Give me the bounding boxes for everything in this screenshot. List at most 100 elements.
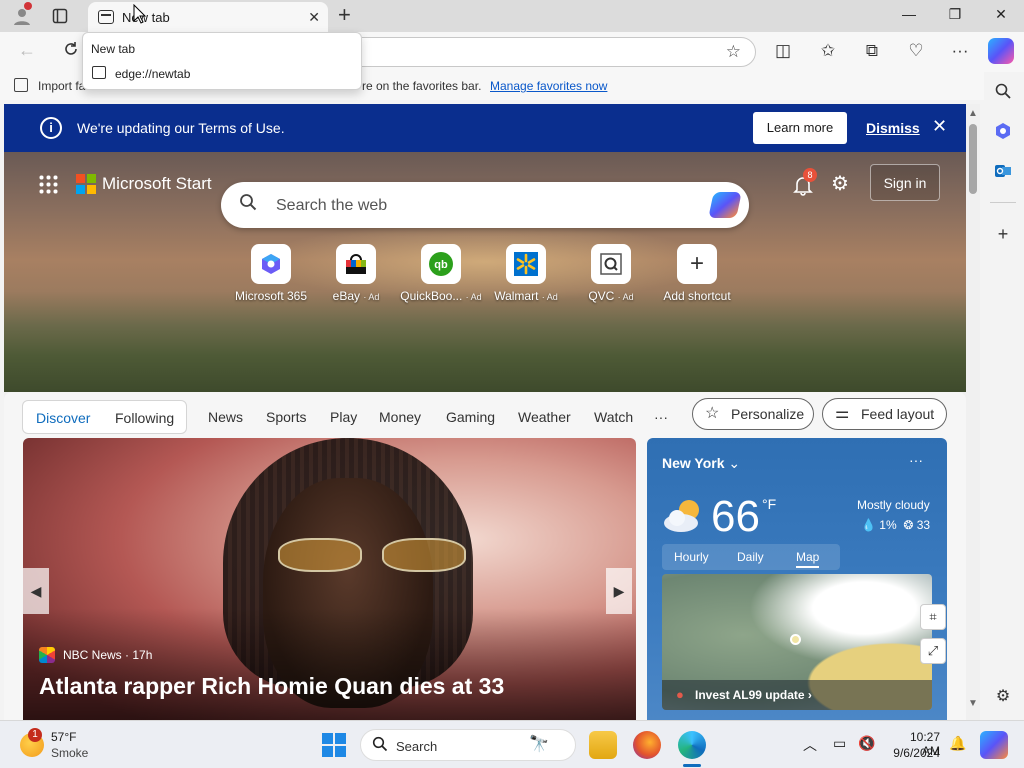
weather-tab-daily[interactable]: Daily <box>737 550 764 564</box>
copilot-icon[interactable] <box>988 38 1014 64</box>
start-button[interactable] <box>322 733 346 757</box>
web-search-input[interactable]: Search the web <box>221 182 749 228</box>
weather-city[interactable]: New York ⌄ <box>662 455 740 472</box>
favorites-hint-text: re on the favorites bar. <box>362 79 482 93</box>
favorite-star-icon[interactable]: ☆ <box>726 42 741 62</box>
notifications-icon[interactable]: 🔔 <box>949 735 966 752</box>
shortcut-qvc[interactable]: QVC · Ad <box>568 244 654 303</box>
search-icon <box>372 736 388 756</box>
tab-gaming[interactable]: Gaming <box>446 409 495 425</box>
tab-money[interactable]: Money <box>379 409 421 425</box>
tab-discover[interactable]: Discover <box>36 410 90 426</box>
import-favorites-text[interactable]: Import fa <box>38 79 85 93</box>
close-window-button[interactable]: ✕ <box>991 6 1011 23</box>
search-icon <box>240 194 257 211</box>
notification-badge: 8 <box>803 168 817 182</box>
manage-favorites-link[interactable]: Manage favorites now <box>490 79 607 93</box>
display-icon[interactable]: ▭ <box>833 735 846 752</box>
clock-date[interactable]: 9/6/2024 <box>882 746 940 760</box>
taskbar-temperature[interactable]: 57°F <box>51 730 76 744</box>
map-expand-icon[interactable]: ⤢ <box>920 638 946 664</box>
feed-layout-button[interactable]: ⚌ Feed layout <box>822 398 947 430</box>
tab-actions-icon[interactable] <box>48 4 72 28</box>
sliders-icon: ⚌ <box>835 405 850 422</box>
news-photo-glasses <box>278 538 478 572</box>
tab-play[interactable]: Play <box>330 409 357 425</box>
edge-icon[interactable] <box>678 731 706 759</box>
page-scrollbar[interactable]: ▲ ▼ <box>966 104 980 720</box>
refresh-button[interactable] <box>62 40 80 63</box>
scroll-up-icon[interactable]: ▲ <box>968 108 978 119</box>
news-gradient-overlay <box>23 608 636 720</box>
weather-tab-map[interactable]: Map <box>796 550 820 568</box>
copilot-search-icon[interactable] <box>708 192 742 218</box>
tab-news[interactable]: News <box>208 409 243 425</box>
tab-new-tab[interactable]: New tab ✕ <box>88 2 328 32</box>
svg-text:qb: qb <box>434 259 448 271</box>
microsoft-365-icon[interactable] <box>992 122 1014 144</box>
close-banner-icon[interactable]: ✕ <box>932 116 947 137</box>
new-tab-button[interactable]: + <box>338 4 351 26</box>
sign-in-button[interactable]: Sign in <box>870 164 940 201</box>
tab-following[interactable]: Following <box>115 410 174 426</box>
weather-tab-hourly[interactable]: Hourly <box>674 550 709 564</box>
sidebar-settings-icon[interactable]: ⚙ <box>992 686 1014 708</box>
nbc-news-logo-icon <box>39 647 55 663</box>
collections-icon[interactable]: ⧉ <box>861 41 883 61</box>
map-screenshot-icon[interactable]: ⌗ <box>920 604 946 630</box>
tab-sports[interactable]: Sports <box>266 409 306 425</box>
walmart-icon <box>506 244 546 284</box>
dismiss-link[interactable]: Dismiss <box>866 120 920 136</box>
shortcut-microsoft-365[interactable]: Microsoft 365 <box>228 244 314 303</box>
app-launcher-icon[interactable] <box>38 174 58 194</box>
minimize-button[interactable]: — <box>899 6 919 22</box>
map-caption: Invest AL99 update › <box>695 688 812 702</box>
show-hidden-icons-chevron-icon[interactable]: ︿ <box>803 735 817 755</box>
news-headline[interactable]: Atlanta rapper Rich Homie Quan dies at 3… <box>39 673 504 700</box>
split-screen-icon[interactable]: ◫ <box>772 41 794 61</box>
taskbar-search[interactable]: Search 🔭 <box>360 729 576 761</box>
favorites-icon[interactable]: ✩ <box>817 41 839 61</box>
tab-watch[interactable]: Watch <box>594 409 633 425</box>
hero-background: Microsoft Start Search the web 8 ⚙ Sign … <box>4 152 966 392</box>
weather-map[interactable]: ● Invest AL99 update › <box>662 574 932 710</box>
news-card[interactable]: ◀ ▶ NBC News · 17h Atlanta rapper Rich H… <box>23 438 636 720</box>
microsoft-365-icon <box>251 244 291 284</box>
more-tabs-button[interactable]: ··· <box>654 409 668 425</box>
shortcut-quickbooks[interactable]: qb QuickBoo... · Ad <box>398 244 484 303</box>
ad-label: · Ad <box>617 292 634 302</box>
copilot-taskbar-icon[interactable] <box>980 731 1008 759</box>
shortcut-add[interactable]: + Add shortcut <box>654 244 740 303</box>
browser-essentials-icon[interactable]: ♡ <box>905 41 927 61</box>
learn-more-button[interactable]: Learn more <box>753 112 847 144</box>
shortcut-walmart[interactable]: Walmart · Ad <box>483 244 569 303</box>
firefox-icon[interactable] <box>633 731 661 759</box>
shortcut-ebay[interactable]: eBay · Ad <box>313 244 399 303</box>
back-button[interactable]: ← <box>18 40 36 61</box>
file-explorer-icon[interactable] <box>589 731 617 759</box>
weather-more-icon[interactable]: ··· <box>909 452 923 468</box>
close-tab-icon[interactable]: ✕ <box>308 9 320 26</box>
brand-title[interactable]: Microsoft Start <box>102 174 212 194</box>
personalize-button[interactable]: ☆ Personalize <box>692 398 814 430</box>
map-caption-bar[interactable]: ● Invest AL99 update › <box>662 680 932 710</box>
restore-button[interactable]: ❐ <box>945 6 965 23</box>
scroll-down-icon[interactable]: ▼ <box>968 698 978 709</box>
tooltip-title: New tab <box>91 42 136 56</box>
search-icon[interactable] <box>992 82 1014 104</box>
carousel-next-button[interactable]: ▶ <box>606 568 632 614</box>
scroll-thumb[interactable] <box>969 124 977 194</box>
settings-more-icon[interactable]: ··· <box>949 41 971 61</box>
tab-weather[interactable]: Weather <box>518 409 571 425</box>
ad-label: · Ad <box>363 292 380 302</box>
taskbar-condition[interactable]: Smoke <box>51 746 88 760</box>
carousel-prev-button[interactable]: ◀ <box>23 568 49 614</box>
page-settings-gear-icon[interactable]: ⚙ <box>831 171 849 196</box>
precipitation-value: 1% <box>879 518 897 532</box>
add-sidebar-app-icon[interactable]: + <box>992 224 1014 246</box>
news-feed: Discover Following News Sports Play Mone… <box>4 392 966 720</box>
weather-card[interactable]: New York ⌄ ··· 66 °F Mostly cloudy 💧 1% … <box>647 438 947 720</box>
air-quality-value: 33 <box>916 518 931 532</box>
speaker-mute-icon[interactable]: 🔇 <box>858 735 875 752</box>
outlook-icon[interactable] <box>992 162 1014 184</box>
